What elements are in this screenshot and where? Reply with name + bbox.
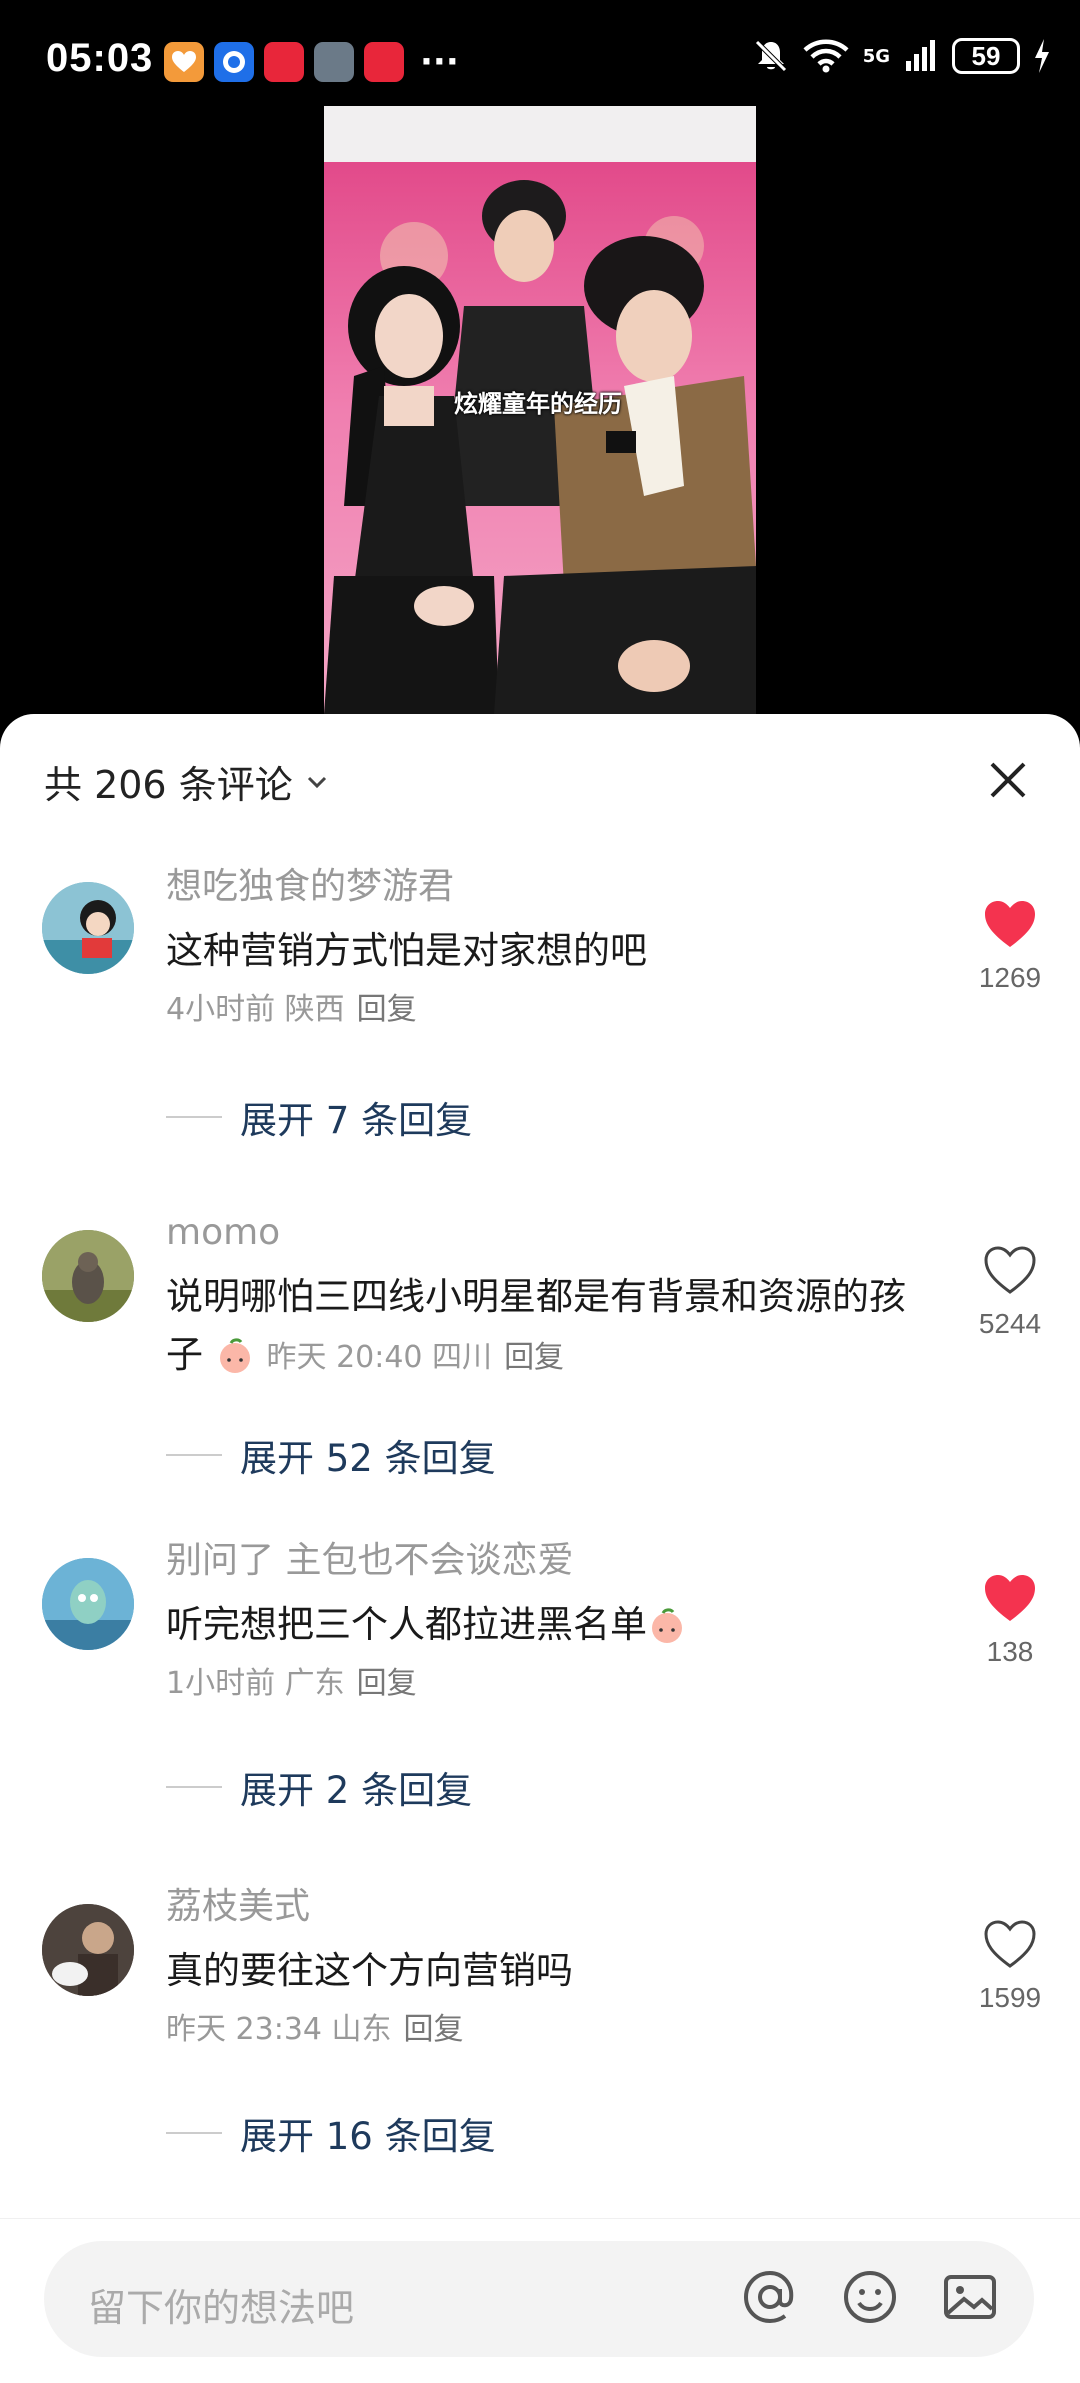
comment-text: 说明哪怕三四线小明星都是有背景和资源的孩子 昨天 20:40 四川 回复 (166, 1268, 926, 1387)
expand-replies-link[interactable]: 展开 52 条回复 (166, 1428, 496, 1482)
expand-replies-link[interactable]: 展开 7 条回复 (166, 1090, 472, 1144)
like-count: 1269 (978, 962, 1042, 993)
close-icon[interactable] (986, 758, 1030, 802)
expand-replies-label: 展开 7 条回复 (240, 1099, 473, 1142)
image-icon[interactable] (940, 2267, 1000, 2327)
expand-replies-link[interactable]: 展开 2 条回复 (166, 1760, 472, 1814)
charging-icon (1035, 39, 1049, 73)
browser-app-icon (214, 42, 254, 82)
comment-meta: 1小时前 广东 回复 (166, 1664, 926, 1704)
expand-replies-label: 展开 52 条回复 (240, 1437, 496, 1480)
photo-app-icon (314, 42, 354, 82)
heart-filled-icon (985, 1575, 1035, 1621)
zhang-app-icon (364, 42, 404, 82)
peach-emoji-icon (219, 1338, 250, 1373)
heart-outline-icon (984, 1920, 1036, 1968)
signal-icon (906, 40, 935, 71)
battery-indicator: 59 (952, 38, 1020, 74)
reply-button[interactable]: 回复 (357, 1666, 417, 1701)
mute-icon (754, 40, 787, 72)
comment-input-placeholder: 留下你的想法吧 (88, 2286, 355, 2330)
comments-count-dropdown[interactable]: 共 206 条评论 (44, 754, 331, 809)
xiaohongshu-app-icon (264, 42, 304, 82)
mention-icon[interactable] (740, 2267, 800, 2327)
status-time: 05:03 (46, 36, 154, 80)
comment-input[interactable]: 留下你的想法吧 (44, 2241, 1034, 2357)
comment-text: 听完想把三个人都拉进黑名单 (166, 1596, 926, 1654)
chevron-down-icon (307, 776, 326, 788)
heart-outline-icon (984, 1246, 1036, 1294)
comment-time-location: 1小时前 广东 (166, 1666, 345, 1701)
comment-username[interactable]: 想吃独食的梦游君 (166, 864, 926, 910)
comment-meta: 昨天 23:34 山东 回复 (166, 2010, 926, 2050)
comments-sheet: 共 206 条评论 想吃独食的梦游君 这种营销方式怕是对家想的吧 4小时前 陕西… (0, 714, 1080, 2382)
input-actions (740, 2267, 1000, 2327)
comment-time-location: 昨天 23:34 山东 (166, 2012, 392, 2047)
notification-icons: ··· (164, 42, 459, 82)
comment-input-bar: 留下你的想法吧 (0, 2218, 1080, 2383)
heart-filled-icon (985, 901, 1035, 947)
like-button[interactable]: 138 (970, 1574, 1050, 1668)
heart-app-icon (164, 42, 204, 82)
network-type: 5G (862, 45, 890, 67)
comment-username[interactable]: 荔枝美式 (166, 1884, 926, 1930)
like-count: 1599 (978, 1982, 1042, 2013)
video-caption: 炫耀童年的经历 (454, 390, 622, 418)
reply-button[interactable]: 回复 (504, 1340, 564, 1375)
avatar[interactable] (42, 1230, 134, 1322)
system-status: 5G 59 (753, 38, 1050, 74)
comment-time-location: 4小时前 陕西 (166, 992, 345, 1027)
expand-replies-label: 展开 16 条回复 (240, 2115, 496, 2158)
reply-button[interactable]: 回复 (357, 992, 417, 1027)
more-notifications-icon: ··· (420, 42, 459, 82)
like-button[interactable]: 5244 (970, 1246, 1050, 1340)
emoji-icon[interactable] (840, 2267, 900, 2327)
video-player[interactable]: 炫耀童年的经历 (324, 106, 756, 714)
expand-replies-label: 展开 2 条回复 (240, 1769, 473, 1812)
peach-emoji-icon (652, 1608, 682, 1643)
like-button[interactable]: 1269 (970, 900, 1050, 994)
comment-username[interactable]: momo (166, 1210, 926, 1256)
avatar[interactable] (42, 1904, 134, 1996)
like-count: 138 (986, 1636, 1034, 1667)
comment-username[interactable]: 别问了 主包也不会谈恋爱 (166, 1538, 926, 1584)
reply-button[interactable]: 回复 (404, 2012, 464, 2047)
wifi-icon (803, 39, 849, 73)
avatar[interactable] (42, 1558, 134, 1650)
avatar[interactable] (42, 882, 134, 974)
comments-count-title: 共 206 条评论 (44, 763, 293, 807)
comment-text-body: 听完想把三个人都拉进黑名单 (166, 1603, 647, 1646)
comment-text: 这种营销方式怕是对家想的吧 (166, 929, 647, 972)
like-count: 5244 (978, 1308, 1042, 1339)
like-button[interactable]: 1599 (970, 1920, 1050, 2014)
comment-text: 真的要往这个方向营销吗 (166, 1949, 573, 1992)
expand-replies-link[interactable]: 展开 16 条回复 (166, 2106, 496, 2160)
comment-time-location: 昨天 20:40 四川 (266, 1340, 493, 1375)
comment-meta: 4小时前 陕西 回复 (166, 990, 926, 1030)
